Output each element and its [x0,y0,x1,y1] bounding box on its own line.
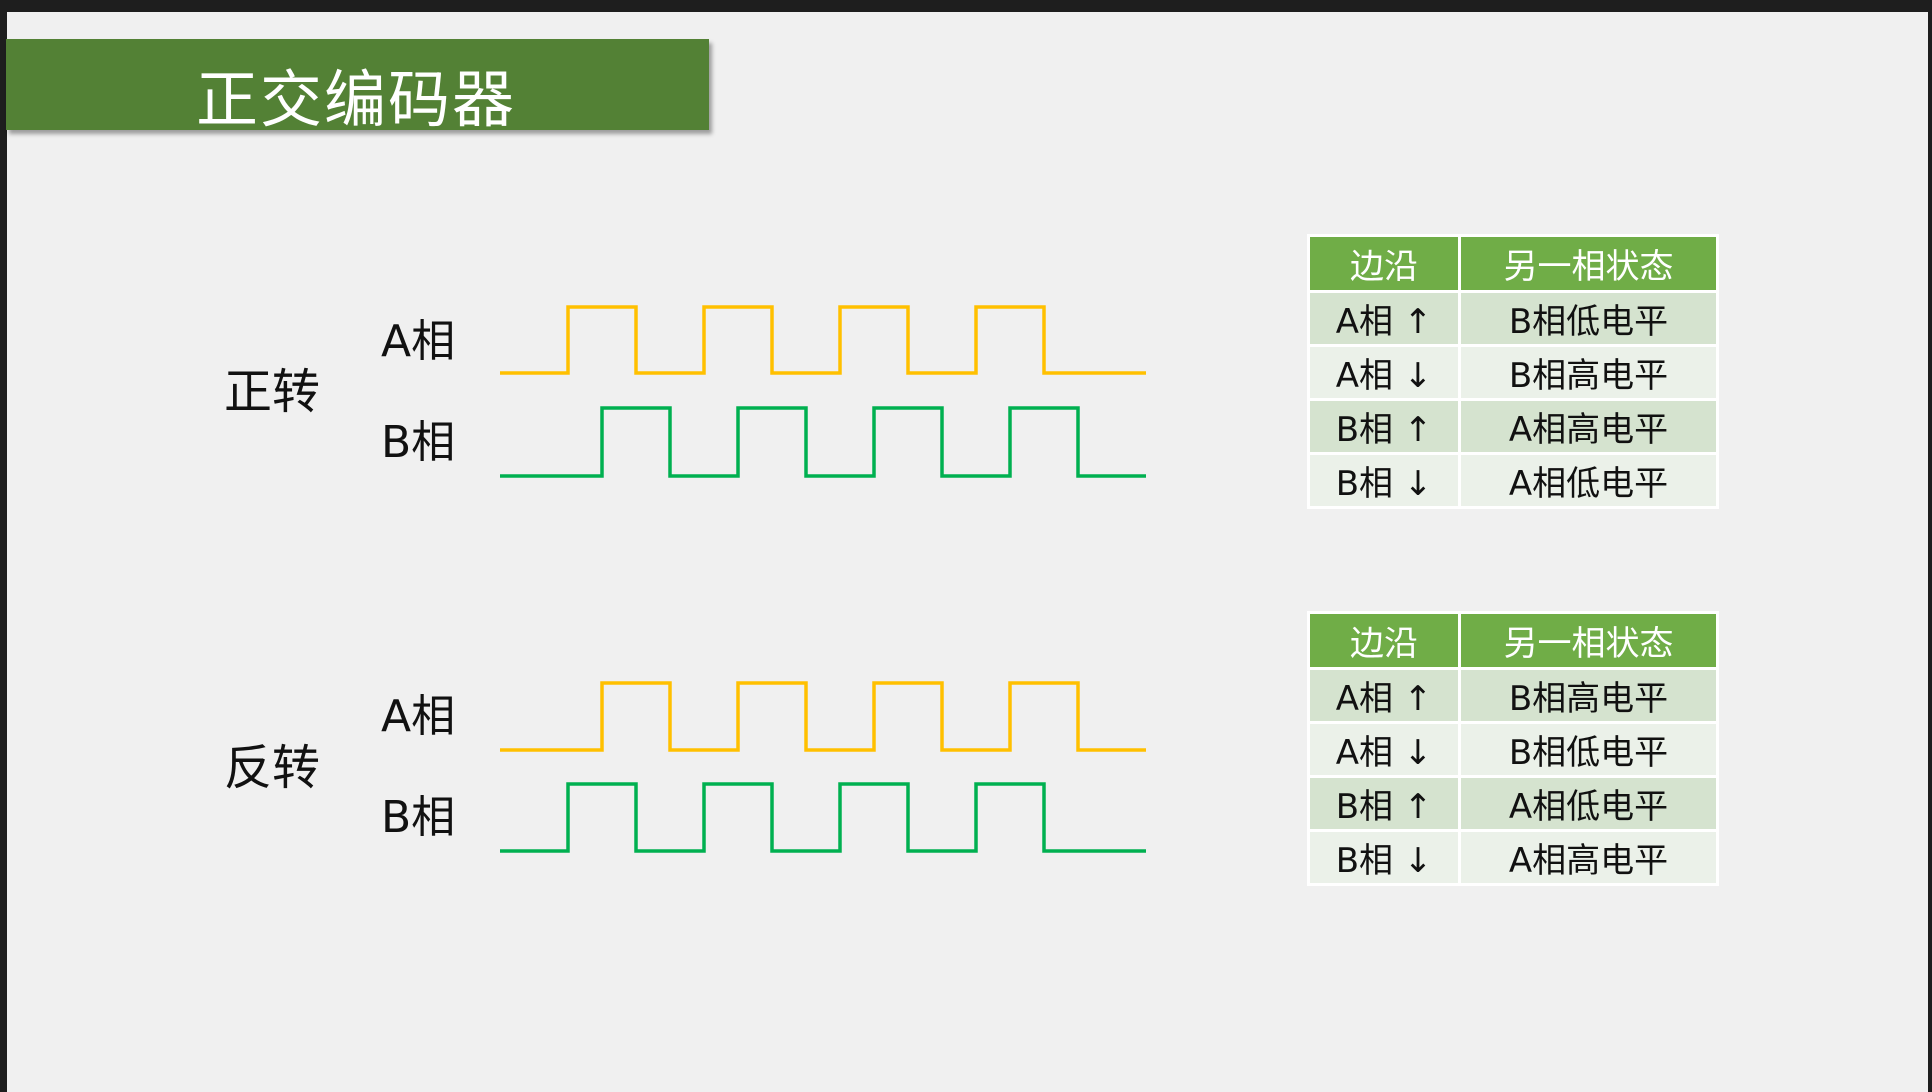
table-row: B相 ↓ A相高电平 [1310,832,1716,883]
edge-cell: A相 ↓ [1310,347,1458,398]
table-row: B相 ↑ A相低电平 [1310,778,1716,829]
edge-cell: B相 ↓ [1310,832,1458,883]
table-row: A相 ↓ B相高电平 [1310,347,1716,398]
reverse-edge-table: 边沿 另一相状态 A相 ↑ B相高电平 A相 ↓ B相低电平 B相 ↑ A相低电平 B… [1307,611,1719,886]
reverse-phase-a-waveform [500,681,1146,752]
state-cell: B相低电平 [1461,293,1716,344]
state-cell: A相高电平 [1461,401,1716,452]
reverse-phase-b-waveform [500,782,1146,853]
edge-cell: A相 ↓ [1310,724,1458,775]
state-cell: A相高电平 [1461,832,1716,883]
forward-edge-table: 边沿 另一相状态 A相 ↑ B相低电平 A相 ↓ B相高电平 B相 ↑ A相高电平 B… [1307,234,1719,509]
forward-phase-a-waveform [500,305,1146,375]
table-row: B相 ↑ A相高电平 [1310,401,1716,452]
table-row: A相 ↓ B相低电平 [1310,724,1716,775]
state-cell: A相低电平 [1461,455,1716,506]
table-row: A相 ↑ B相高电平 [1310,670,1716,721]
waveform-diagram [500,305,1146,853]
table-row: B相 ↓ A相低电平 [1310,455,1716,506]
forward-phase-b-waveform [500,406,1146,478]
edge-cell: A相 ↑ [1310,293,1458,344]
state-cell: B相高电平 [1461,347,1716,398]
edge-cell: B相 ↓ [1310,455,1458,506]
edge-cell: B相 ↑ [1310,778,1458,829]
state-cell: B相低电平 [1461,724,1716,775]
header-other-phase: 另一相状态 [1461,614,1716,667]
header-edge: 边沿 [1310,614,1458,667]
state-cell: A相低电平 [1461,778,1716,829]
edge-cell: B相 ↑ [1310,401,1458,452]
header-other-phase: 另一相状态 [1461,237,1716,290]
header-edge: 边沿 [1310,237,1458,290]
state-cell: B相高电平 [1461,670,1716,721]
edge-cell: A相 ↑ [1310,670,1458,721]
table-row: A相 ↑ B相低电平 [1310,293,1716,344]
